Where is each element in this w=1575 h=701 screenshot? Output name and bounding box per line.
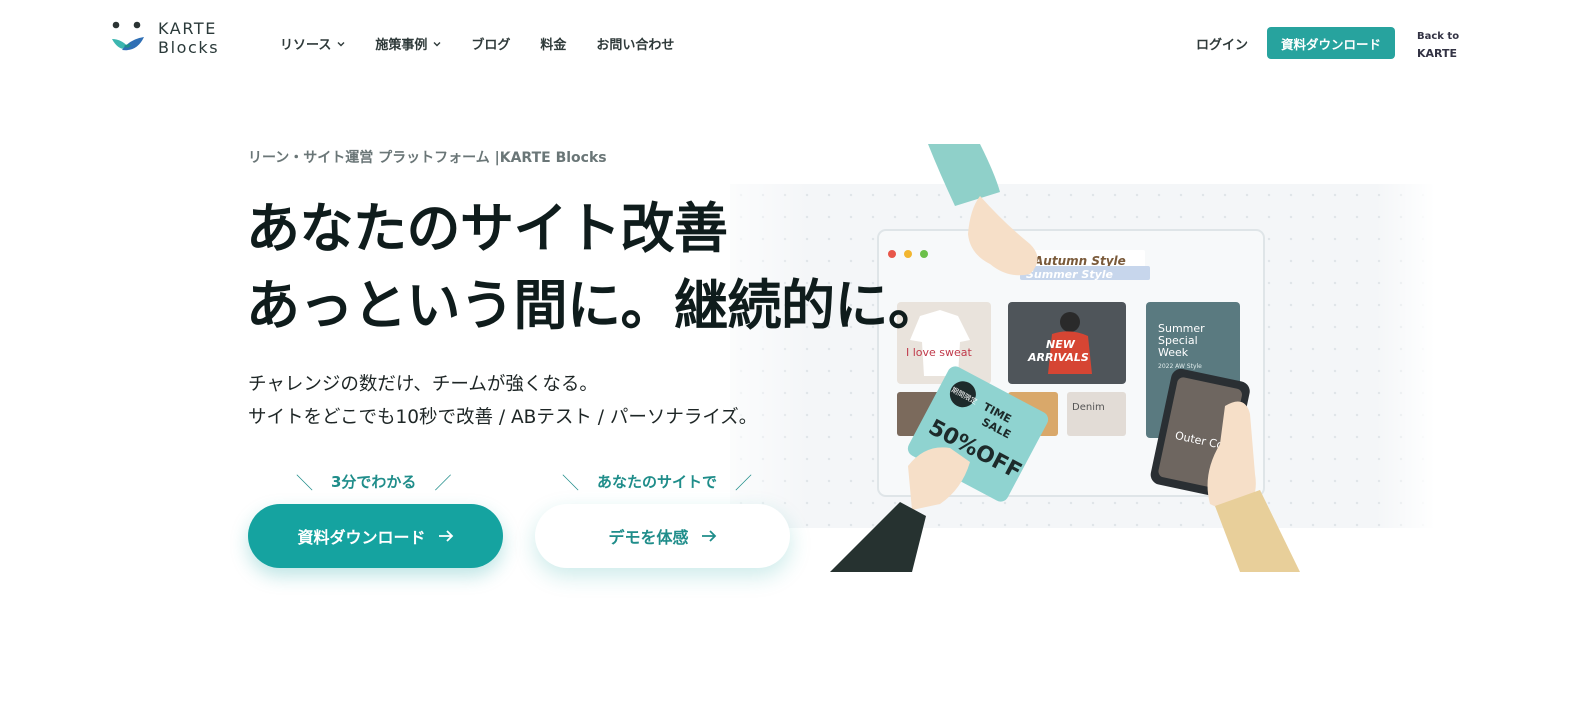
- tab-summer-text: Summer Style: [1026, 268, 1114, 281]
- download-button-label: 資料ダウンロード: [297, 530, 426, 547]
- demo-button[interactable]: デモを体感: [535, 504, 790, 568]
- main-nav: リソース 施策事例 ブログ 料金 お問い合わせ: [280, 34, 674, 53]
- logo-text-line2: Blocks: [158, 38, 220, 57]
- nav-item-blog[interactable]: ブログ: [471, 34, 510, 53]
- hand-left: [908, 447, 970, 510]
- hero-headline: あなたのサイト改善 あっという間に。継続的に。: [246, 190, 942, 344]
- nav-item-case-studies[interactable]: 施策事例: [375, 34, 441, 53]
- nav-item-contact[interactable]: お問い合わせ: [596, 34, 674, 53]
- card-new-text1: NEW: [1046, 338, 1076, 351]
- slash-left-icon: ＼: [296, 474, 313, 494]
- arrow-right-icon: [438, 530, 453, 542]
- card-summer-line3: Week: [1158, 346, 1189, 359]
- card-new-text2: ARRIVALS: [1027, 351, 1089, 364]
- header-download-button[interactable]: 資料ダウンロード: [1267, 27, 1395, 59]
- chevron-down-icon: [337, 41, 345, 46]
- card-denim-text: Denim: [1072, 402, 1105, 413]
- back-link-line2: KARTE: [1417, 47, 1458, 60]
- back-link-line1: Back to: [1417, 31, 1460, 42]
- karte-blocks-logo[interactable]: KARTE Blocks: [111, 19, 231, 59]
- hero-eyebrow: リーン・サイト運営 プラットフォーム |KARTE Blocks: [248, 150, 607, 166]
- headline-line2: あっという間に。継続的に。: [246, 274, 942, 337]
- slash-right-icon: ／: [735, 474, 753, 494]
- lead-your-site: ＼ あなたのサイトで ／: [562, 469, 752, 494]
- logo-wordmark: KARTE Blocks: [158, 19, 219, 57]
- tab-autumn-text: Autumn Style: [1033, 254, 1126, 268]
- arrow-right-icon: [701, 530, 716, 542]
- lead-3min-text: 3分でわかる: [331, 473, 417, 491]
- lead-3min: ＼ 3分でわかる ／: [296, 469, 451, 494]
- logo-text-line1: KARTE: [158, 19, 217, 38]
- subtext-line2: サイトをどこでも10秒で改善 / ABテスト / パーソナライズ。: [248, 407, 758, 428]
- sleeve-left-shape: [830, 502, 926, 572]
- nav-item-label: 施策事例: [375, 38, 428, 53]
- hero-subtext: チャレンジの数だけ、チームが強くなる。 サイトをどこでも10秒で改善 / ABテ…: [248, 368, 757, 434]
- nav-item-label: お問い合わせ: [596, 38, 675, 53]
- slash-left-icon: ＼: [562, 474, 579, 494]
- logo-mark-icon: [112, 21, 144, 51]
- nav-item-label: リソース: [280, 38, 332, 53]
- nav-item-label: 料金: [540, 38, 567, 53]
- demo-button-label: デモを体感: [608, 530, 689, 547]
- back-to-karte-link[interactable]: Back to KARTE: [1417, 29, 1459, 61]
- nav-item-label: ブログ: [471, 38, 511, 53]
- card-sweat-text: I love sweat: [906, 346, 973, 359]
- slash-right-icon: ／: [434, 474, 452, 494]
- login-link[interactable]: ログイン: [1196, 34, 1248, 53]
- headline-line1: あなたのサイト改善: [246, 197, 728, 260]
- subtext-line1: チャレンジの数だけ、チームが強くなる。: [248, 374, 598, 395]
- model-head: [1060, 312, 1080, 332]
- lead-your-site-text: あなたのサイトで: [597, 473, 718, 491]
- nav-item-pricing[interactable]: 料金: [540, 34, 566, 53]
- sleeve-right-shape: [1215, 490, 1300, 572]
- download-button[interactable]: 資料ダウンロード: [248, 504, 503, 568]
- nav-item-resources[interactable]: リソース: [280, 34, 345, 53]
- chevron-down-icon: [433, 41, 441, 46]
- card-denim: [1067, 392, 1126, 436]
- site-header: KARTE Blocks リソース 施策事例 ブログ 料金 お問い合わせ ログイ…: [0, 0, 1575, 86]
